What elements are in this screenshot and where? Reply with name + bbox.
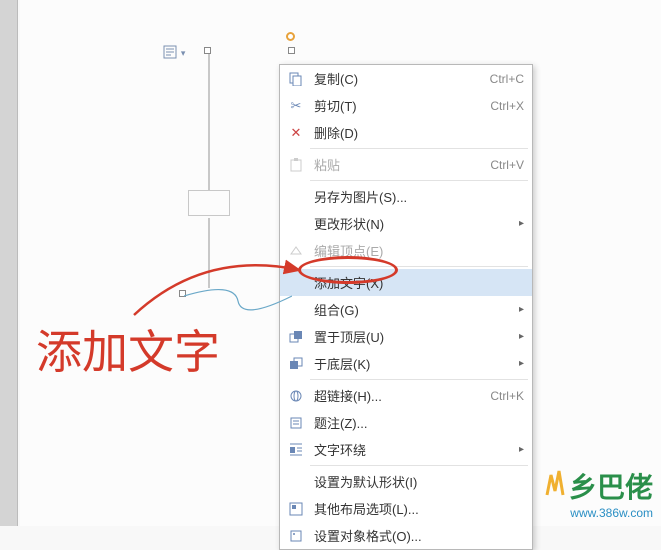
chevron-right-icon: ▸ [519,304,524,315]
menu-change-shape[interactable]: 更改形状(N) ▸ [280,210,532,237]
paste-icon [286,158,306,172]
menu-copy[interactable]: 复制(C) Ctrl+C [280,65,532,92]
menu-delete-label: 删除(D) [306,123,524,142]
format-icon [286,529,306,543]
flowchart-connector [208,48,210,190]
menu-save-as-image[interactable]: 另存为图片(S)... [280,183,532,210]
menu-add-text-label: 添加文字(X) [306,273,524,292]
rotate-handle[interactable] [286,32,295,41]
menu-cut[interactable]: ✂ 剪切(T) Ctrl+X [280,92,532,119]
menu-other-layout[interactable]: 其他布局选项(L)... [280,495,532,522]
menu-hyperlink[interactable]: 超链接(H)... Ctrl+K [280,382,532,409]
menu-object-format-label: 设置对象格式(O)... [306,526,524,545]
menu-separator [310,465,528,466]
menu-caption-label: 题注(Z)... [306,413,524,432]
menu-bring-to-front[interactable]: 置于顶层(U) ▸ [280,323,532,350]
menu-separator [310,266,528,267]
logo-stripe-icon [545,467,567,505]
hyperlink-icon [286,389,306,403]
menu-delete[interactable]: ✕ 删除(D) [280,119,532,146]
menu-change-shape-label: 更改形状(N) [306,214,519,233]
menu-separator [310,379,528,380]
menu-separator [310,180,528,181]
menu-text-wrap[interactable]: 文字环绕 ▸ [280,436,532,463]
menu-text-wrap-label: 文字环绕 [306,440,519,459]
chevron-right-icon: ▸ [519,358,524,369]
menu-edit-points: 编辑顶点(E) [280,237,532,264]
layout-icon [286,502,306,516]
chevron-right-icon: ▸ [519,444,524,455]
bring-front-icon [286,330,306,344]
text-wrap-icon [286,443,306,457]
menu-group-label: 组合(G) [306,300,519,319]
cut-icon: ✂ [286,98,306,114]
menu-hyperlink-label: 超链接(H)... [306,386,490,405]
chevron-right-icon: ▸ [519,218,524,229]
menu-paste-label: 粘贴 [306,155,490,174]
menu-send-to-back-label: 于底层(K) [306,354,519,373]
copy-icon [286,72,306,86]
menu-hyperlink-shortcut: Ctrl+K [490,389,524,403]
selection-handle[interactable] [204,47,211,54]
menu-object-format[interactable]: 设置对象格式(O)... [280,522,532,549]
menu-separator [310,148,528,149]
menu-paste: 粘贴 Ctrl+V [280,151,532,178]
menu-send-to-back[interactable]: 于底层(K) ▸ [280,350,532,377]
left-gutter [0,0,18,526]
menu-cut-shortcut: Ctrl+X [490,99,524,113]
annotation-text: 添加文字 [36,316,220,382]
watermark: 乡巴佬 www.386w.com [545,466,653,520]
send-back-icon [286,357,306,371]
watermark-logo: 乡巴佬 [545,466,653,506]
menu-cut-label: 剪切(T) [306,96,490,115]
menu-copy-label: 复制(C) [306,69,490,88]
menu-bring-to-front-label: 置于顶层(U) [306,327,519,346]
watermark-name: 乡巴佬 [569,466,653,506]
menu-set-default-shape-label: 设置为默认形状(I) [306,472,524,491]
menu-add-text[interactable]: 添加文字(X) [280,269,532,296]
menu-group[interactable]: 组合(G) ▸ [280,296,532,323]
delete-icon: ✕ [286,125,306,141]
menu-save-as-image-label: 另存为图片(S)... [306,187,524,206]
watermark-url: www.386w.com [545,506,653,520]
annotation-arrow [124,200,314,320]
chevron-right-icon: ▸ [519,331,524,342]
menu-caption[interactable]: 题注(Z)... [280,409,532,436]
selection-handle[interactable] [288,47,295,54]
menu-set-default-shape[interactable]: 设置为默认形状(I) [280,468,532,495]
menu-edit-points-label: 编辑顶点(E) [306,241,524,260]
menu-other-layout-label: 其他布局选项(L)... [306,499,524,518]
caption-icon [286,416,306,430]
context-menu: 复制(C) Ctrl+C ✂ 剪切(T) Ctrl+X ✕ 删除(D) 粘贴 C… [279,64,533,550]
heading-marker-icon: ▾ [163,45,185,62]
menu-paste-shortcut: Ctrl+V [490,158,524,172]
menu-copy-shortcut: Ctrl+C [490,72,524,86]
